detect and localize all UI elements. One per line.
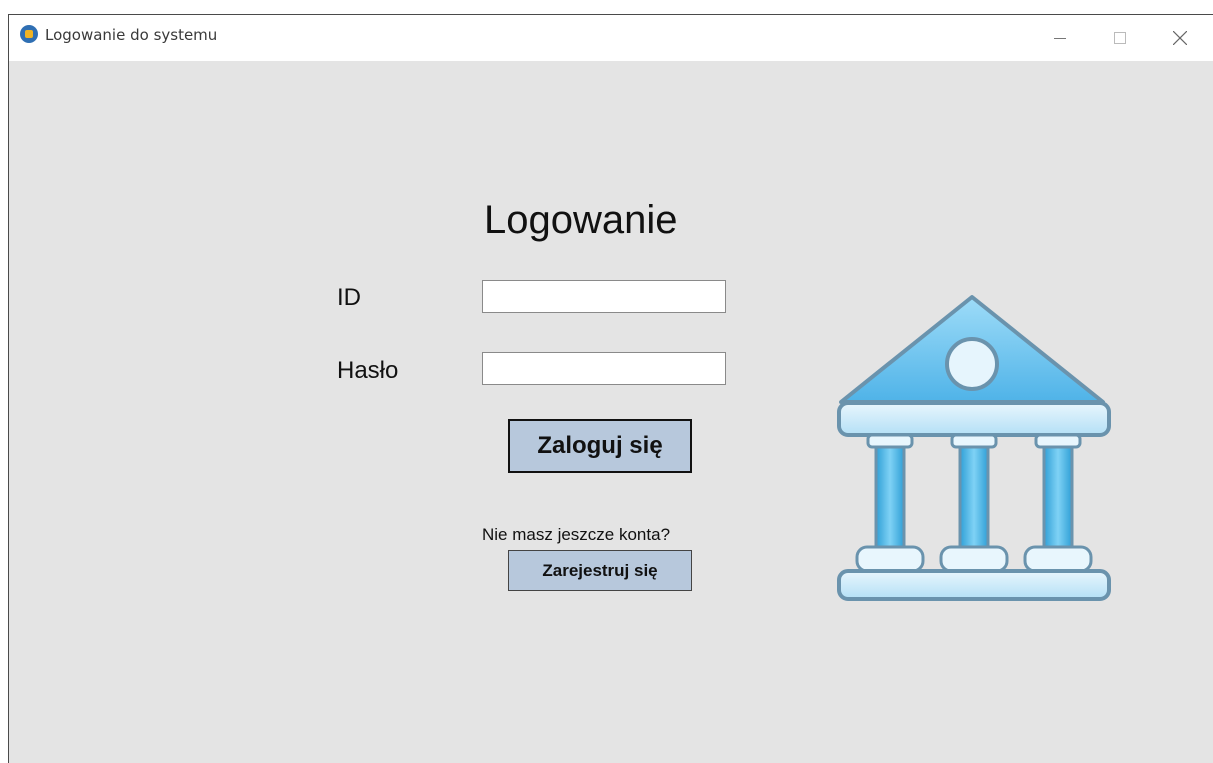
login-window: Logowanie do systemu Logowanie ID Hasło … <box>8 14 1213 763</box>
bank-building-icon <box>837 295 1111 601</box>
title-bar[interactable]: Logowanie do systemu <box>9 15 1213 61</box>
id-input[interactable] <box>482 280 726 313</box>
login-button[interactable]: Zaloguj się <box>508 419 692 473</box>
close-button[interactable] <box>1157 23 1203 53</box>
close-icon <box>1173 31 1187 45</box>
maximize-button[interactable] <box>1097 23 1143 53</box>
minimize-button[interactable] <box>1037 23 1083 53</box>
register-prompt: Nie masz jeszcze konta? <box>482 525 671 544</box>
app-icon <box>20 25 38 43</box>
window-title: Logowanie do systemu <box>45 26 218 44</box>
password-input[interactable] <box>482 352 726 385</box>
register-button[interactable]: Zarejestruj się <box>508 550 692 591</box>
id-label: ID <box>337 284 361 311</box>
password-label: Hasło <box>337 357 399 384</box>
login-heading: Logowanie <box>484 198 678 242</box>
